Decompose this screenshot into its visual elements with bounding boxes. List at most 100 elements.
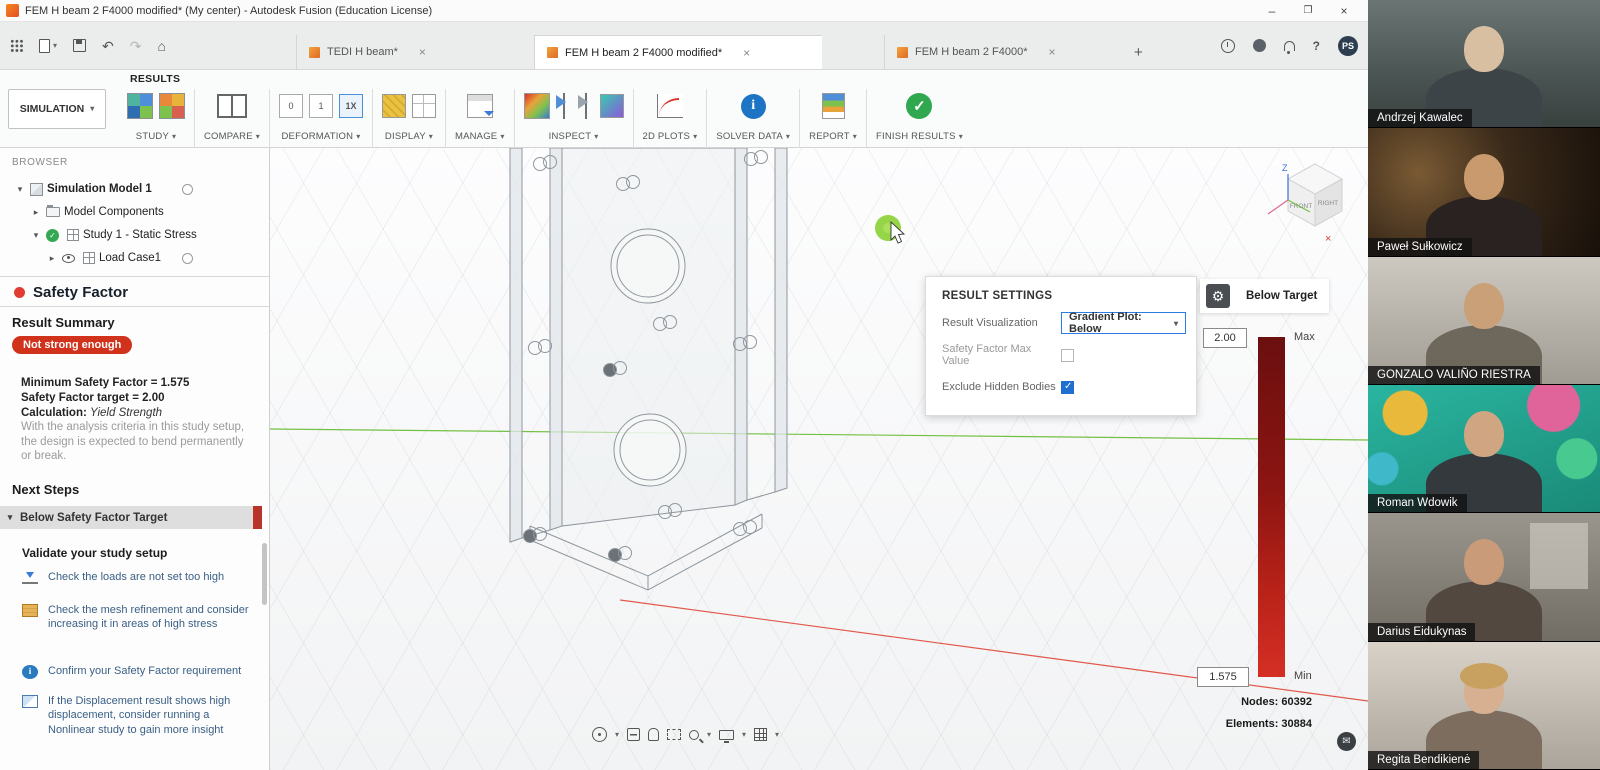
- new-tab-button[interactable]: +: [1122, 35, 1155, 69]
- grid-settings-icon[interactable]: [754, 728, 767, 741]
- orbit-icon[interactable]: [592, 727, 607, 742]
- visualization-dropdown[interactable]: Gradient Plot: Below ▾: [1061, 312, 1186, 334]
- hand-icon[interactable]: [648, 728, 659, 741]
- document-tab-active[interactable]: FEM H beam 2 F4000 modified* ×: [534, 35, 822, 69]
- participant-video[interactable]: Andrzej Kawalec: [1368, 0, 1600, 128]
- collapse-caret-icon[interactable]: ▾: [0, 512, 20, 523]
- pan-icon[interactable]: [627, 728, 640, 741]
- next-step-item[interactable]: If the Displacement result shows high di…: [22, 694, 250, 737]
- minimize-button[interactable]: –: [1254, 0, 1290, 21]
- window-title: FEM H beam 2 F4000 modified* (My center)…: [25, 5, 432, 17]
- tree-item-study[interactable]: ▾ ✓ Study 1 - Static Stress: [0, 224, 269, 246]
- user-avatar[interactable]: PS: [1338, 36, 1358, 56]
- h-beam-model[interactable]: [510, 148, 787, 590]
- participant-video[interactable]: Darius Eidukynas: [1368, 513, 1600, 641]
- app-menu-icon[interactable]: [10, 39, 23, 52]
- deformation-actual-icon[interactable]: 1: [309, 94, 333, 118]
- display-shaded-icon[interactable]: [382, 94, 406, 118]
- participant-video[interactable]: Regita Bendikienė: [1368, 642, 1600, 770]
- finish-results-check-icon[interactable]: [906, 93, 932, 119]
- chevron-down-icon[interactable]: ▾: [742, 731, 746, 739]
- next-step-item[interactable]: Check the loads are not set too high: [22, 570, 250, 584]
- undo-icon[interactable]: ↶: [102, 39, 114, 53]
- collapse-caret-icon[interactable]: ▾: [30, 230, 42, 241]
- max-value-label: Safety Factor Max Value: [942, 343, 1061, 367]
- home-icon[interactable]: ⌂: [157, 39, 165, 53]
- chevron-down-icon[interactable]: ▾: [707, 731, 711, 739]
- close-x-icon[interactable]: ×: [1325, 233, 1331, 245]
- participant-video[interactable]: GONZALO VALIÑO RIESTRA: [1368, 257, 1600, 385]
- simplify-study-icon[interactable]: [127, 93, 153, 119]
- panel-scrollbar[interactable]: [262, 543, 267, 605]
- ribbon-group-inspect[interactable]: INSPECT▾: [515, 87, 633, 142]
- report-icon[interactable]: [822, 93, 845, 119]
- deformation-scale-icon[interactable]: 1X: [339, 94, 363, 118]
- model-viewport[interactable]: FRONT RIGHT Z × RESULT SETTINGS Result V…: [270, 148, 1368, 770]
- legend-max-value[interactable]: 2.00: [1203, 328, 1247, 348]
- exclude-hidden-checkbox[interactable]: [1061, 381, 1074, 394]
- ribbon-group-2d-plots[interactable]: 2D PLOTS▾: [634, 87, 707, 142]
- tab-close-icon[interactable]: ×: [1049, 45, 1056, 59]
- visibility-eye-icon[interactable]: [62, 254, 75, 263]
- tree-item-simulation-model[interactable]: ▾ Simulation Model 1: [0, 178, 269, 200]
- collapse-caret-icon[interactable]: ▾: [14, 184, 26, 195]
- point-probe-icon[interactable]: [556, 93, 572, 119]
- legend-settings-gear-icon[interactable]: ⚙: [1206, 284, 1230, 308]
- document-tab[interactable]: FEM H beam 2 F4000* ×: [884, 35, 1122, 69]
- solver-info-icon[interactable]: [741, 94, 766, 119]
- display-settings-icon[interactable]: [719, 730, 734, 740]
- document-tab[interactable]: TEDI H beam* ×: [296, 35, 508, 69]
- notifications-bubble[interactable]: ✉: [1337, 732, 1356, 751]
- ribbon-group-compare[interactable]: COMPARE▾: [195, 87, 269, 142]
- tree-item-model-components[interactable]: ▸ Model Components: [0, 201, 269, 223]
- close-button[interactable]: ×: [1326, 0, 1362, 21]
- participant-video[interactable]: Roman Wdowik: [1368, 385, 1600, 513]
- legend-min-value[interactable]: 1.575: [1197, 667, 1249, 687]
- next-step-item[interactable]: Check the mesh refinement and consider i…: [22, 603, 250, 632]
- display-mesh-icon[interactable]: [412, 94, 436, 118]
- chevron-down-icon[interactable]: ▾: [775, 731, 779, 739]
- expand-caret-icon[interactable]: ▸: [30, 207, 42, 218]
- ribbon-group-study[interactable]: STUDY▾: [118, 87, 194, 142]
- chevron-down-icon[interactable]: ▾: [615, 731, 619, 739]
- ribbon-group-manage[interactable]: MANAGE▾: [446, 87, 514, 142]
- deformation-undeformed-icon[interactable]: 0: [279, 94, 303, 118]
- expand-caret-icon[interactable]: ▸: [46, 253, 58, 264]
- result-colors-icon[interactable]: [524, 93, 550, 119]
- zoom-window-icon[interactable]: [667, 729, 681, 740]
- activate-radio[interactable]: [182, 184, 193, 195]
- screen: FEM H beam 2 F4000 modified* (My center)…: [0, 0, 1600, 770]
- workspace-selector[interactable]: SIMULATION▾: [8, 89, 106, 129]
- view-cube[interactable]: FRONT RIGHT: [1288, 164, 1342, 226]
- visualization-label: Result Visualization: [942, 317, 1061, 329]
- ribbon-group-solver-data[interactable]: SOLVER DATA▾: [707, 87, 799, 142]
- manage-icon[interactable]: [467, 94, 493, 118]
- tab-close-icon[interactable]: ×: [743, 46, 750, 60]
- participant-video[interactable]: Paweł Sułkowicz: [1368, 128, 1600, 256]
- max-value-checkbox[interactable]: [1061, 349, 1074, 362]
- slice-plane-icon[interactable]: [600, 94, 624, 118]
- maximize-button[interactable]: ❐: [1290, 0, 1326, 21]
- next-step-item[interactable]: i Confirm your Safety Factor requirement: [22, 664, 250, 679]
- viewcube-right-label[interactable]: RIGHT: [1318, 200, 1338, 207]
- ribbon-group-deformation[interactable]: 0 1 1X DEFORMATION▾: [270, 87, 372, 142]
- save-icon[interactable]: [73, 39, 86, 52]
- ribbon-group-finish-results[interactable]: FINISH RESULTS▾: [867, 87, 972, 142]
- ribbon-group-report[interactable]: REPORT▾: [800, 87, 866, 142]
- surface-probe-icon[interactable]: [578, 93, 594, 119]
- notifications-bell-icon[interactable]: [1284, 41, 1295, 51]
- job-status-icon[interactable]: [1221, 39, 1235, 53]
- redo-icon[interactable]: ↷: [130, 39, 142, 53]
- plot-curve-icon[interactable]: [657, 94, 683, 118]
- file-menu-icon[interactable]: ▾: [39, 39, 57, 53]
- help-icon[interactable]: ?: [1313, 39, 1320, 53]
- extensions-icon[interactable]: [1253, 39, 1266, 52]
- tab-close-icon[interactable]: ×: [419, 45, 426, 59]
- compare-icon[interactable]: [217, 94, 247, 118]
- zoom-icon[interactable]: [689, 730, 699, 740]
- tree-item-load-case[interactable]: ▸ Load Case1: [0, 247, 269, 269]
- activate-radio[interactable]: [182, 253, 193, 264]
- clone-study-icon[interactable]: [159, 93, 185, 119]
- ribbon-group-display[interactable]: DISPLAY▾: [373, 87, 445, 142]
- below-target-item[interactable]: ▾ Below Safety Factor Target: [0, 506, 262, 529]
